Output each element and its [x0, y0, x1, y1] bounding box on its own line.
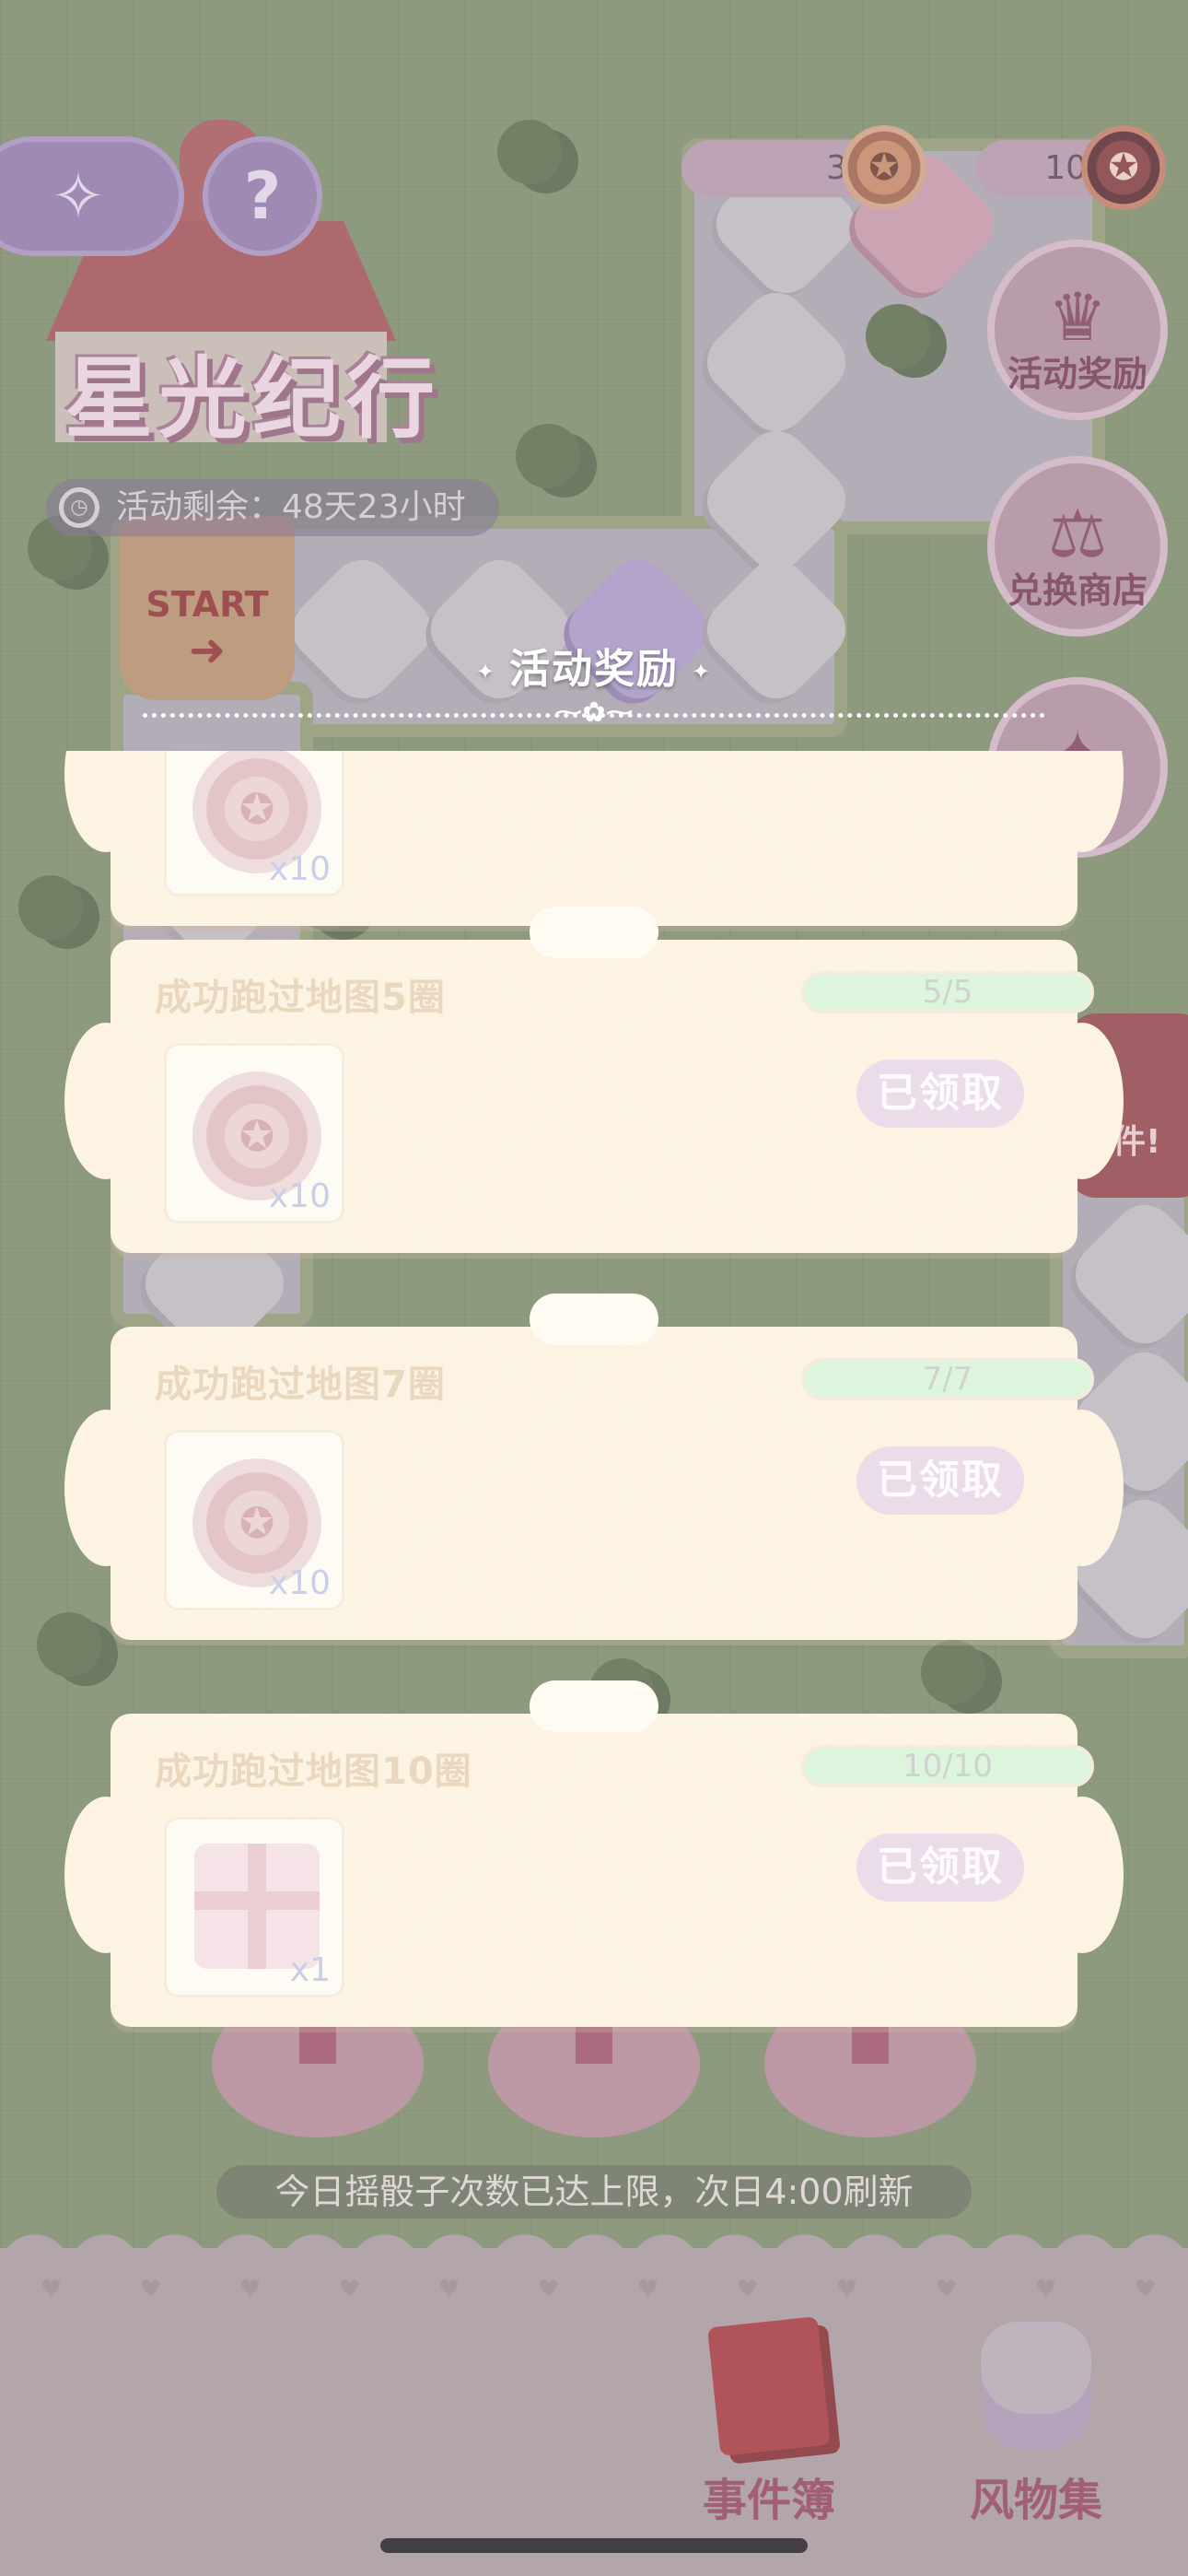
task-title: 成功跑过地图7圈 — [155, 1364, 446, 1406]
sparkle-icon: ✦ — [692, 659, 713, 685]
card-bow-decoration — [530, 1680, 658, 1732]
reward-card: 成功跑过地图5圈 5/5 ✪ x10 已领取 — [64, 907, 1124, 1253]
bow-icon: ⁓✿⁓ — [554, 697, 634, 729]
reward-item[interactable]: x1 — [164, 1817, 344, 1997]
reward-card: 成功跑过地图7圈 7/7 ✪ x10 已领取 — [64, 1294, 1124, 1640]
claimed-button[interactable]: 已领取 — [856, 1833, 1024, 1902]
reward-quantity: x10 — [268, 850, 331, 888]
reward-item: ✪ x10 — [164, 751, 344, 896]
task-progress-bar: 10/10 — [801, 1745, 1094, 1787]
modal-title: ✦ 活动奖励 ✦ — [0, 636, 1188, 695]
reward-quantity: x10 — [268, 1177, 331, 1215]
claimed-button[interactable]: 已领取 — [856, 1060, 1024, 1128]
progress-text: 10/10 — [903, 1748, 993, 1785]
reward-card: 成功跑过地图10圈 10/10 x1 已领取 — [64, 1680, 1124, 2027]
task-title: 成功跑过地图5圈 — [155, 977, 446, 1019]
reward-item[interactable]: ✪ x10 — [164, 1430, 344, 1610]
reward-list[interactable]: ✪ x10 成功跑过地图5圈 5/5 ✪ x10 已领取 成功跑过地图7圈 7/… — [55, 751, 1133, 2041]
claimed-button[interactable]: 已领取 — [856, 1446, 1024, 1515]
gift-box-icon — [194, 1844, 320, 1969]
task-title: 成功跑过地图10圈 — [155, 1751, 472, 1793]
reward-quantity: x10 — [268, 1564, 331, 1602]
sparkle-icon: ✦ — [475, 659, 496, 685]
task-progress-bar: 7/7 — [801, 1358, 1094, 1400]
reward-quantity: x1 — [289, 1951, 331, 1989]
reward-card: ✪ x10 — [64, 751, 1124, 926]
progress-text: 5/5 — [922, 974, 973, 1011]
progress-text: 7/7 — [922, 1361, 973, 1398]
task-progress-bar: 5/5 — [801, 971, 1094, 1013]
card-bow-decoration — [530, 907, 658, 958]
modal-title-text: 活动奖励 — [509, 646, 679, 693]
card-bow-decoration — [530, 1294, 658, 1345]
reward-item[interactable]: ✪ x10 — [164, 1043, 344, 1224]
